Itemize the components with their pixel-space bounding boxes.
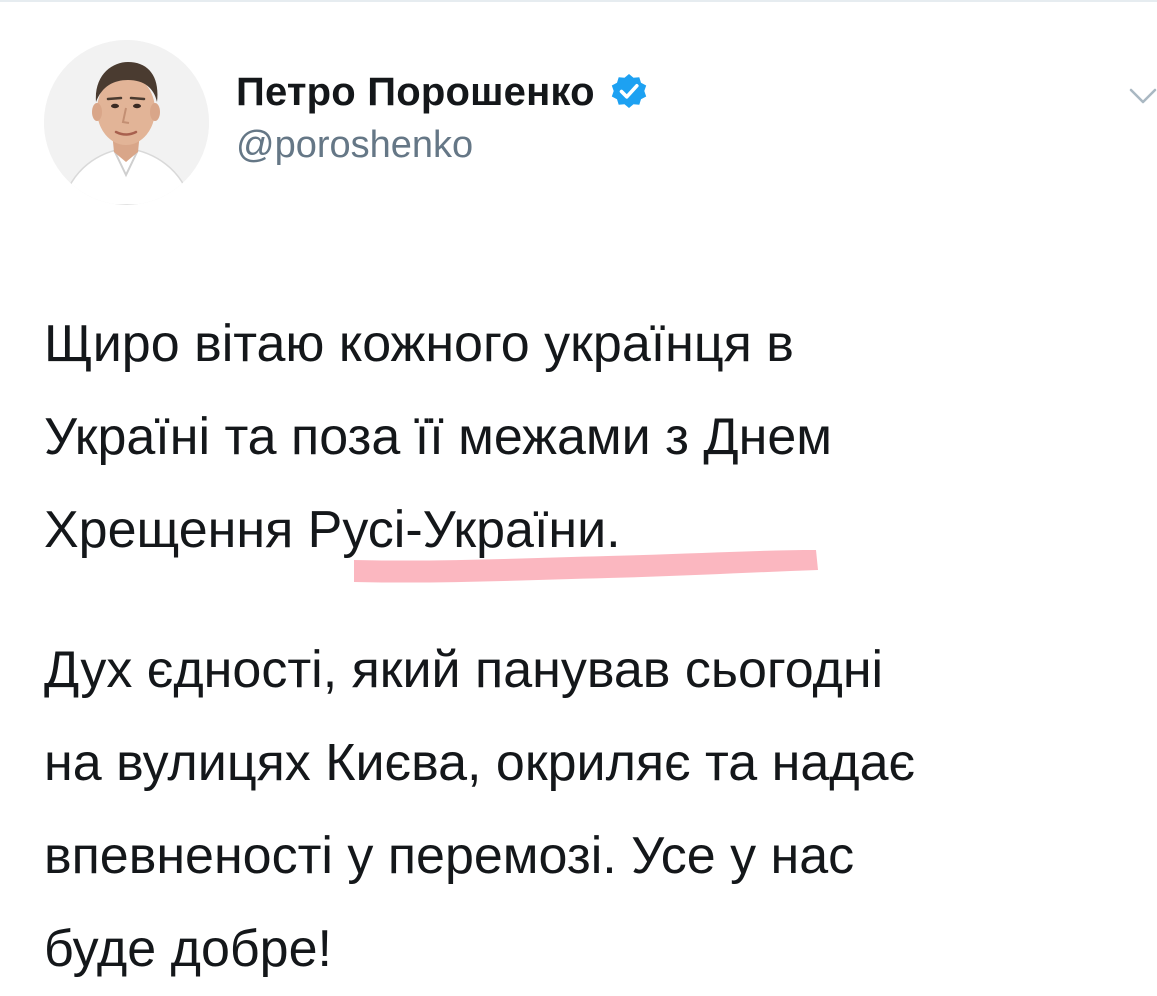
tweet-line: Україні та поза її межами з Днем [44,408,833,466]
author-name-row: Петро Порошенко [236,64,649,120]
tweet-line: Дух єдності, який панував сьогодні [44,641,884,699]
tweet-line: Щиро вітаю кожного українця в [44,315,794,373]
verified-badge-icon [609,72,649,112]
tweet-line: впевненості у перемозі. Усе у нас [44,827,855,885]
tweet-card: Петро Порошенко @poroshenko Щиро вітаю к… [0,0,1157,992]
chevron-down-icon[interactable] [1128,84,1157,108]
tweet-line: на вулицях Києва, окриляє та надає [44,734,916,792]
tweet-text: Щиро вітаю кожного українця в Україні та… [44,298,1124,996]
tweet-paragraph: Дух єдності, який панував сьогодні на ву… [44,624,1124,996]
tweet-line: Хрещення Русі-України. [44,501,621,559]
author-display-name[interactable]: Петро Порошенко [236,70,595,115]
avatar-photo [44,40,209,205]
avatar[interactable] [44,40,209,205]
author-block: Петро Порошенко @poroshenko [236,64,649,167]
author-handle[interactable]: @poroshenko [236,124,649,167]
tweet-line: буде добре! [44,920,332,978]
tweet-paragraph: Щиро вітаю кожного українця в Україні та… [44,298,1124,577]
